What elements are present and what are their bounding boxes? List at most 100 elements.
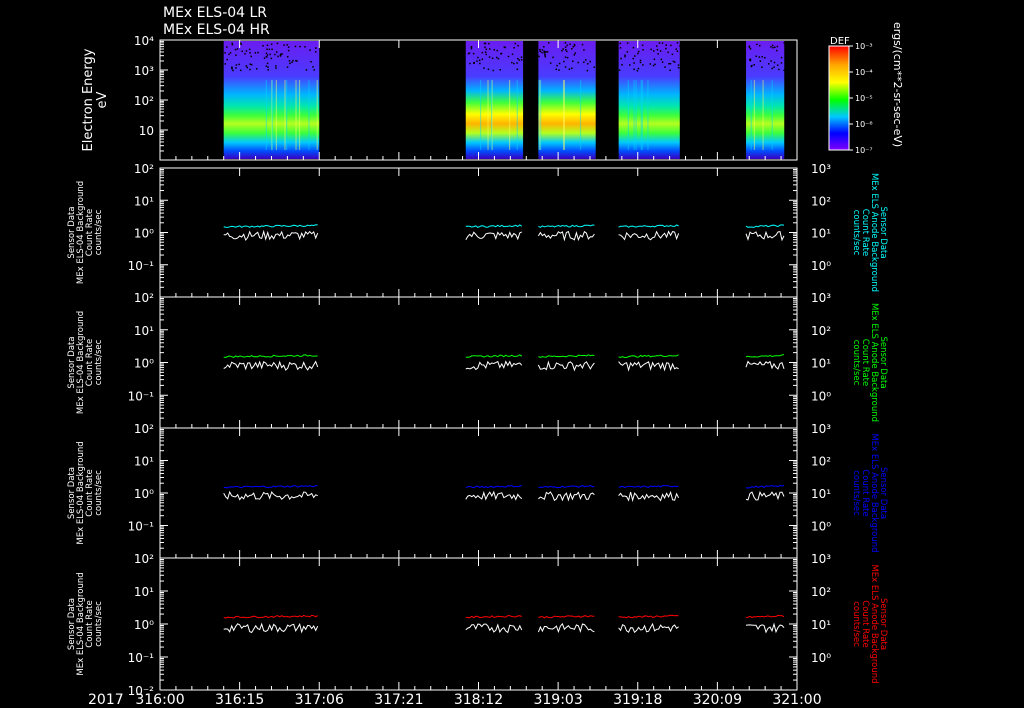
- spectrogram-noise: [676, 50, 679, 53]
- count-rate-panel-2: 10²10¹10⁰10⁻¹10³10²10¹10⁰Sensor Data MEx …: [67, 291, 888, 429]
- spectrogram-noise: [653, 58, 656, 61]
- spectrogram-ytick-label: 10³: [134, 64, 154, 78]
- trace-anode-background: [618, 484, 679, 489]
- spectrogram-noise: [488, 42, 490, 45]
- spectrogram-noise: [621, 64, 623, 66]
- panel-ytick-label-left: 10⁰: [134, 618, 154, 632]
- trace-els-background: [223, 229, 319, 242]
- spectrogram-noise: [492, 69, 495, 72]
- colorbar-gradient: [828, 45, 850, 151]
- spectrogram-noise: [585, 59, 587, 61]
- spectrogram-noise: [624, 54, 626, 57]
- panel-ytick-label-left: 10⁻¹: [128, 520, 155, 534]
- panel-ytick-label-right: 10⁰: [811, 259, 831, 273]
- spectrogram-noise: [299, 45, 301, 48]
- spectrogram-streak: [316, 80, 318, 150]
- trace-anode-background: [223, 484, 318, 489]
- spectrogram-noise: [520, 59, 523, 61]
- time-tick-label: 317:06: [295, 692, 344, 708]
- trace-els-background: [223, 360, 319, 371]
- spectrogram-noise: [624, 55, 626, 58]
- spectrogram-noise: [558, 69, 560, 71]
- trace-els-background: [465, 360, 523, 371]
- time-axis: 2017 316:00 316:15 317:06 317:21 318:12 319:0…: [88, 40, 822, 708]
- spectrogram-noise: [485, 48, 488, 50]
- trace-anode-background: [538, 615, 595, 619]
- spectrogram-ytick-label: 10²: [134, 94, 154, 108]
- spectrogram-noise: [541, 49, 544, 51]
- trace-els-background: [618, 230, 680, 241]
- spectrogram-ytick-label: 10⁴: [134, 34, 154, 48]
- spectrogram-noise: [484, 46, 486, 48]
- spectrogram-streak: [479, 80, 482, 150]
- spectrogram-noise: [477, 56, 479, 59]
- spectrogram-noise: [672, 60, 675, 63]
- spectrogram-noise: [497, 57, 500, 60]
- spectrogram-noise: [772, 46, 774, 49]
- spectrogram-streak: [579, 80, 582, 150]
- spectrogram-noise: [270, 57, 273, 60]
- spectrogram-streak: [491, 80, 493, 150]
- spectrogram-streak: [265, 80, 267, 150]
- spectrogram-noise: [676, 42, 679, 44]
- spectrogram-noise: [224, 63, 227, 65]
- spectrogram-noise: [626, 42, 629, 44]
- panel-ylabel-left: counts/sec: [94, 601, 104, 647]
- spectrogram-noise: [758, 56, 761, 58]
- spectrogram-noise: [267, 66, 269, 68]
- spectrogram-noise: [281, 53, 283, 55]
- spectrogram-noise: [748, 45, 751, 47]
- spectrogram-noise: [538, 55, 540, 58]
- panel-ytick-label-left: 10⁻¹: [128, 259, 155, 273]
- spectrogram-noise: [277, 55, 279, 58]
- spectrogram-panel: 10⁴ 10³ 10² 10 Electron Energy eV: [81, 34, 798, 161]
- spectrogram-noise: [511, 53, 514, 56]
- spectrogram-noise: [228, 53, 230, 56]
- spectrogram-noise: [275, 65, 277, 67]
- trace-els-background: [618, 490, 680, 503]
- panel-ytick-label-right: 10³: [811, 162, 831, 176]
- spectrogram-noise: [313, 69, 315, 71]
- spectrogram-noise: [773, 61, 776, 64]
- spectrogram-noise: [469, 62, 471, 65]
- spectrogram-noise: [266, 44, 269, 47]
- trace-anode-background: [618, 354, 679, 359]
- spectrogram-noise: [513, 46, 515, 49]
- spectrogram-noise: [761, 66, 763, 68]
- spectrogram-noise: [238, 63, 240, 66]
- spectrogram-noise: [478, 59, 481, 62]
- spectrogram-noise: [639, 61, 642, 64]
- spectrogram-noise: [583, 61, 585, 63]
- panel-ylabel-right: counts/sec: [851, 470, 861, 516]
- panel-ytick-label-right: 10¹: [811, 357, 831, 371]
- spectrogram-noise: [539, 50, 541, 53]
- panel-ylabel-left: counts/sec: [94, 209, 104, 255]
- spectrogram-noise: [481, 58, 484, 60]
- spectrogram-noise: [780, 62, 783, 64]
- spectrogram-streak: [633, 80, 635, 150]
- spectrogram-noise: [571, 48, 573, 50]
- title-hr: MEx ELS-04 HR: [163, 22, 270, 38]
- panel-ytick-label-left: 10²: [134, 291, 154, 305]
- colorbar-tick-label: 10⁻³: [855, 42, 873, 51]
- panel-ytick-label-right: 10¹: [811, 227, 831, 241]
- spectrogram-noise: [573, 43, 576, 46]
- spectrogram-noise: [235, 54, 237, 56]
- spectrogram-noise: [656, 45, 658, 47]
- trace-anode-background: [745, 224, 785, 228]
- spectrogram-noise: [671, 53, 674, 56]
- spectrogram-noise: [289, 62, 291, 65]
- spectrogram-interval: [538, 41, 596, 159]
- spectrogram-noise: [632, 46, 635, 49]
- trace-els-background: [745, 490, 785, 501]
- spectrogram-noise: [774, 46, 776, 48]
- spectrogram-noise: [544, 54, 546, 57]
- spectrogram-streak: [308, 80, 310, 150]
- spectrogram-noise: [516, 68, 519, 71]
- colorbar-tick-label: 10⁻⁵: [855, 94, 873, 103]
- spectrogram-noise: [771, 44, 774, 47]
- spectrogram-noise: [749, 59, 752, 62]
- trace-anode-background: [538, 484, 595, 489]
- spectrogram-noise: [265, 65, 268, 67]
- spectrogram-noise: [488, 48, 491, 50]
